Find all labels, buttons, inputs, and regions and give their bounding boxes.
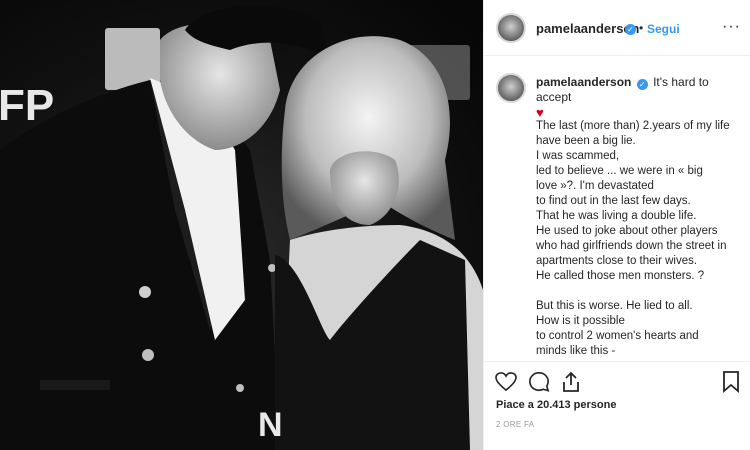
post-header: pamelaanderson ✓ • Segui ··· — [484, 0, 750, 56]
follow-button[interactable]: Segui — [647, 22, 680, 36]
bookmark-icon[interactable] — [723, 371, 739, 393]
avatar[interactable] — [496, 13, 526, 43]
comment-icon[interactable] — [528, 371, 550, 393]
caption-username[interactable]: pamelaanderson — [536, 75, 631, 89]
likes-count[interactable]: Piace a 20.413 persone — [496, 399, 616, 411]
verified-badge-icon: ✓ — [625, 24, 636, 35]
more-options-icon[interactable]: ··· — [722, 18, 741, 36]
separator-dot: • — [639, 21, 644, 35]
caption-text: The last (more than) 2.years of my life … — [536, 120, 730, 357]
red-heart-emoji: ♥ — [536, 105, 544, 120]
post-photo[interactable]: FP N — [0, 0, 483, 450]
post-actions: Piace a 20.413 persone 2 ORE FA — [484, 361, 750, 450]
sign-text: FP — [0, 81, 54, 130]
caption-verified-icon: ✓ — [636, 79, 648, 90]
post-side-panel: pamelaanderson ✓ • Segui ··· pamelaander… — [483, 0, 750, 450]
caption-area[interactable]: pamelaanderson ✓ It's hard to accept ♥ T… — [484, 57, 750, 360]
caption-avatar[interactable] — [496, 73, 526, 103]
header-username[interactable]: pamelaanderson — [536, 21, 639, 36]
photo-illustration: FP N — [0, 5, 483, 450]
caption-first-line: pamelaanderson ✓ It's hard to accept ♥ — [536, 75, 741, 121]
heart-icon[interactable] — [495, 372, 517, 392]
post-timestamp[interactable]: 2 ORE FA — [496, 420, 534, 429]
sign-text-2: N — [258, 406, 283, 444]
share-icon[interactable] — [561, 371, 581, 393]
